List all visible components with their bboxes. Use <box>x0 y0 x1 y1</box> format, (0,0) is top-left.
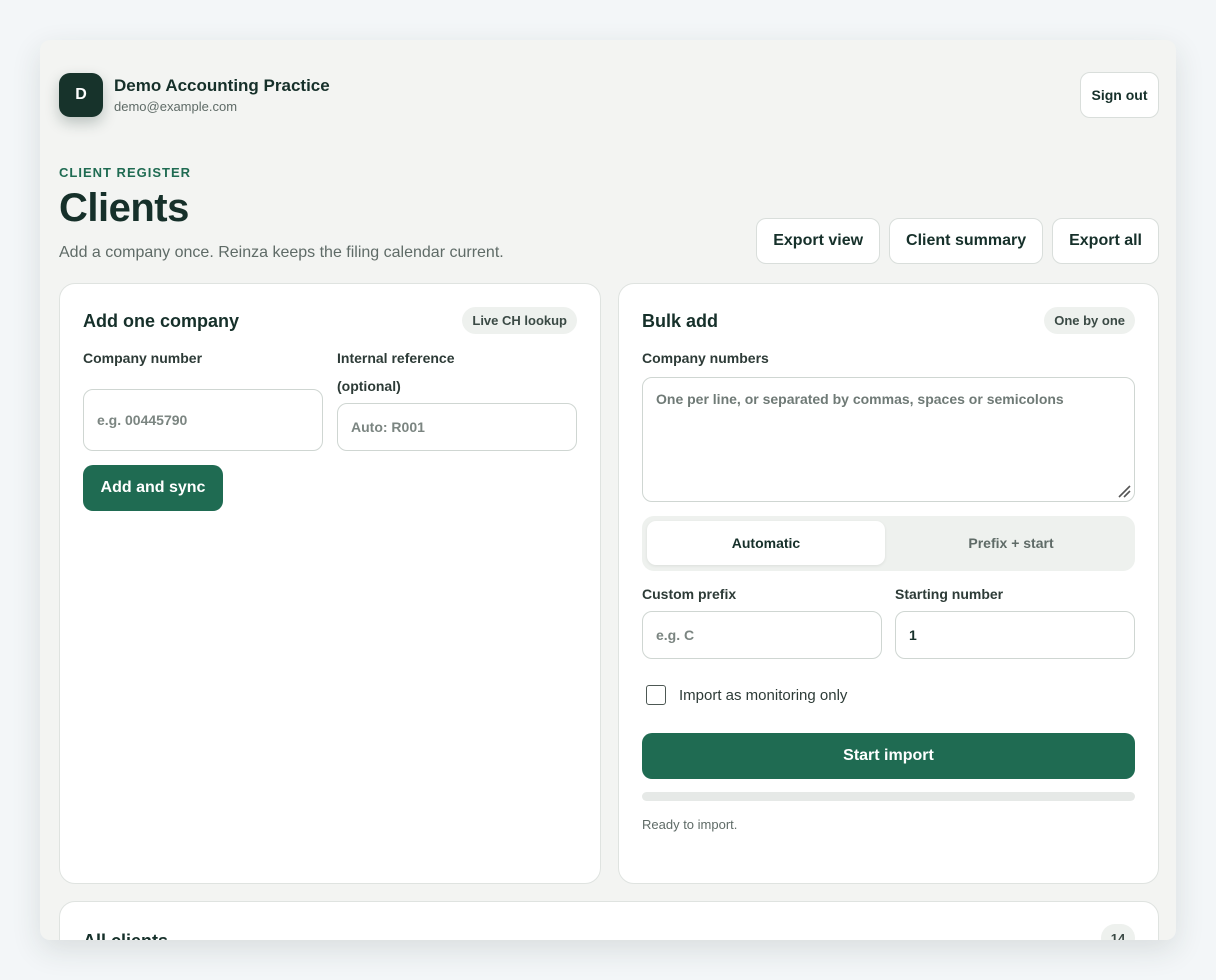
company-number-label: Company number <box>83 350 203 366</box>
export-all-button[interactable]: Export all <box>1052 218 1159 264</box>
page-title: Clients <box>59 186 189 230</box>
bulk-add-card: Bulk add One by one Company numbers One … <box>618 283 1159 884</box>
one-by-one-badge: One by one <box>1044 307 1135 334</box>
live-lookup-badge: Live CH lookup <box>462 307 577 334</box>
numbering-mode-toggle: Automatic Prefix + start <box>642 516 1135 571</box>
internal-ref-input[interactable]: Auto: R001 <box>337 403 577 451</box>
mode-automatic[interactable]: Automatic <box>647 521 885 565</box>
export-view-button[interactable]: Export view <box>756 218 881 264</box>
client-count-badge: 14 <box>1101 924 1135 940</box>
client-summary-button[interactable]: Client summary <box>889 218 1044 264</box>
add-one-company-card: Add one company Live CH lookup Company n… <box>59 283 601 884</box>
company-numbers-textarea[interactable]: One per line, or separated by commas, sp… <box>642 377 1135 502</box>
monitor-only-label: Import as monitoring only <box>679 687 848 704</box>
custom-prefix-input[interactable]: e.g. C <box>642 611 882 659</box>
add-one-title: Add one company <box>83 311 240 331</box>
starting-number-input[interactable]: 1 <box>895 611 1135 659</box>
start-import-button[interactable]: Start import <box>642 733 1135 779</box>
company-number-input[interactable]: e.g. 00445790 <box>83 389 323 451</box>
org-name: Demo Accounting Practice <box>114 76 330 95</box>
org-email: demo@example.com <box>114 99 238 114</box>
starting-number-label: Starting number <box>895 586 1004 602</box>
all-clients-title: All clients <box>83 931 168 940</box>
app-window: D Demo Accounting Practice demo@example.… <box>40 40 1176 940</box>
custom-prefix-label: Custom prefix <box>642 586 737 602</box>
resize-grip-icon[interactable] <box>1117 484 1131 498</box>
page-subtitle: Add a company once. Reinza keeps the fil… <box>59 244 504 261</box>
internal-ref-label: Internal reference <box>337 350 455 366</box>
page-actions: Export view Client summary Export all <box>756 218 1159 264</box>
add-and-sync-button[interactable]: Add and sync <box>83 465 223 511</box>
all-clients-card: All clients 14 <box>59 901 1159 940</box>
company-numbers-placeholder: One per line, or separated by commas, sp… <box>656 391 1064 407</box>
top-bar: D Demo Accounting Practice demo@example.… <box>59 72 1159 118</box>
import-status: Ready to import. <box>642 817 738 832</box>
org-avatar: D <box>59 73 103 117</box>
monitor-only-checkbox[interactable] <box>646 685 666 705</box>
internal-ref-optional: (optional) <box>337 378 401 394</box>
sign-out-button[interactable]: Sign out <box>1080 72 1159 118</box>
bulk-add-title: Bulk add <box>642 311 719 331</box>
page-eyebrow: CLIENT REGISTER <box>59 165 192 180</box>
mode-prefix-start[interactable]: Prefix + start <box>892 521 1130 565</box>
import-progress-bar <box>642 792 1135 801</box>
company-numbers-label: Company numbers <box>642 350 769 366</box>
